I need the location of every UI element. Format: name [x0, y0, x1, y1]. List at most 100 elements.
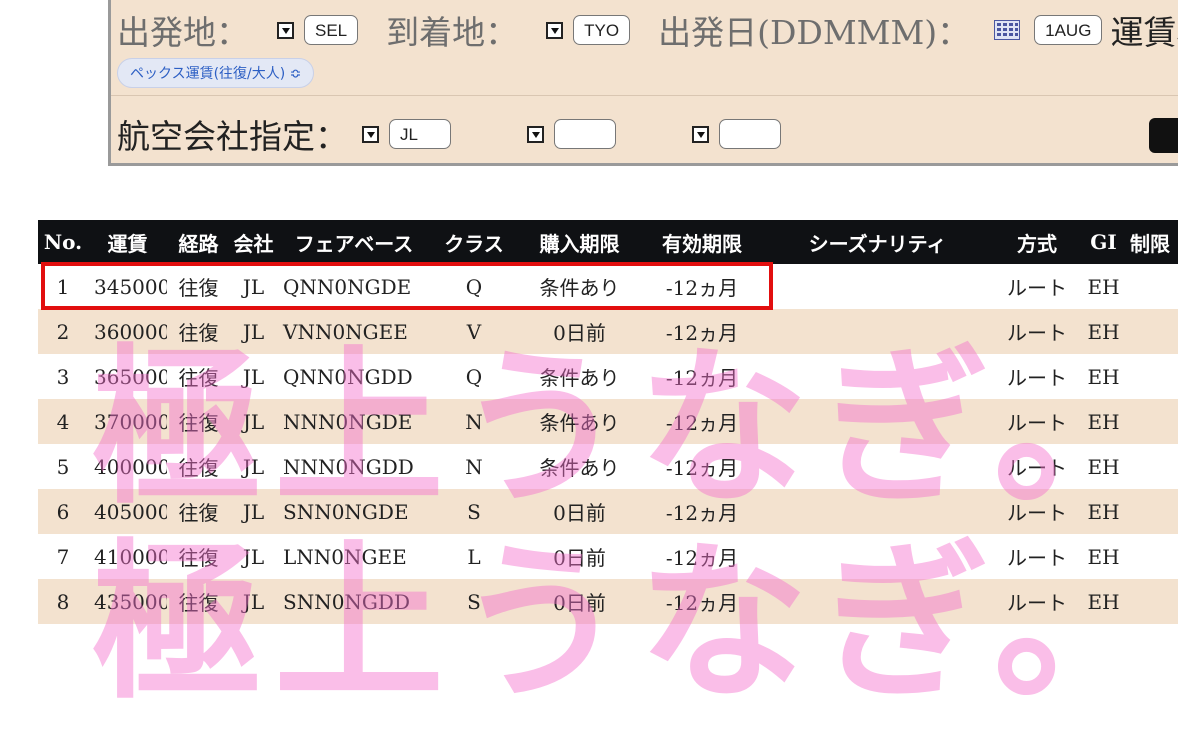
cell-airline: JL — [230, 309, 277, 354]
table-row[interactable]: 7 410000 往復 JL LNN0NGEE L 0日前 -12ヵ月 ルート EH — [38, 534, 1178, 579]
destination-dropdown-icon[interactable] — [546, 21, 564, 39]
search-row-1: 出発地： SEL 到着地： TYO 出発日(DDMMM)： 1AUG 運賃種 — [117, 7, 1178, 53]
destination-label: 到着地： — [386, 13, 519, 52]
cell-validity: -12ヵ月 — [642, 534, 762, 579]
origin-dropdown-icon[interactable] — [277, 21, 294, 39]
cell-route: 往復 — [167, 264, 230, 309]
airline-3-input[interactable] — [719, 119, 781, 149]
cell-airline: JL — [230, 399, 277, 444]
cell-class: L — [431, 534, 517, 579]
table-row[interactable]: 8 435000 往復 JL SNN0NGDD S 0日前 -12ヵ月 ルート EH — [38, 579, 1178, 624]
col-header[interactable]: 購入期限 — [517, 220, 642, 264]
airline-label: 航空会社指定： — [117, 117, 348, 156]
cell-purchase-deadline: 0日前 — [517, 489, 642, 534]
airline-2-dropdown-icon[interactable] — [527, 125, 544, 143]
fare-type-label: 運賃種 — [1110, 13, 1178, 52]
search-row-2: 航空会社指定： JL — [117, 111, 781, 157]
cell-fare: 405000 — [88, 489, 167, 534]
cell-fare: 435000 — [88, 579, 167, 624]
cell-seasonality — [762, 399, 993, 444]
cell-fare: 410000 — [88, 534, 167, 579]
fare-type-select[interactable]: ペックス運賃(往復/大人) ≎ — [117, 58, 315, 88]
col-header[interactable]: 会社 — [230, 220, 277, 264]
cell-airline: JL — [230, 579, 277, 624]
cell-gi: EH — [1081, 399, 1126, 444]
table-row[interactable]: 6 405000 往復 JL SNN0NGDE S 0日前 -12ヵ月 ルート EH — [38, 489, 1178, 534]
cell-validity: -12ヵ月 — [642, 489, 762, 534]
cell-purchase-deadline: 0日前 — [517, 534, 642, 579]
panel-divider — [111, 95, 1178, 96]
cell-seasonality — [762, 309, 993, 354]
cell-restriction — [1126, 309, 1178, 354]
col-header[interactable]: GI — [1081, 220, 1126, 264]
cell-purchase-deadline: 0日前 — [517, 309, 642, 354]
col-header[interactable]: 運賃 — [88, 220, 167, 264]
airline-1-input[interactable]: JL — [389, 119, 451, 149]
cell-restriction — [1126, 264, 1178, 309]
date-input[interactable]: 1AUG — [1034, 15, 1103, 45]
cell-route: 往復 — [167, 579, 230, 624]
cell-seasonality — [762, 264, 993, 309]
date-label: 出発日(DDMMM)： — [658, 13, 971, 52]
cell-airline: JL — [230, 264, 277, 309]
cell-method: ルート — [993, 309, 1081, 354]
table-row[interactable]: 5 400000 往復 JL NNN0NGDD N 条件あり -12ヵ月 ルート EH — [38, 444, 1178, 489]
table-row[interactable]: 2 360000 往復 JL VNN0NGEE V 0日前 -12ヵ月 ルート EH — [38, 309, 1178, 354]
cell-validity: -12ヵ月 — [642, 579, 762, 624]
cell-validity: -12ヵ月 — [642, 354, 762, 399]
col-header[interactable]: 経路 — [167, 220, 230, 264]
cell-gi: EH — [1081, 354, 1126, 399]
cell-validity: -12ヵ月 — [642, 309, 762, 354]
cell-fare-basis: LNN0NGEE — [277, 534, 431, 579]
col-header[interactable]: フェアベース — [277, 220, 431, 264]
col-header[interactable]: 有効期限 — [642, 220, 762, 264]
cell-class: S — [431, 489, 517, 534]
cell-route: 往復 — [167, 399, 230, 444]
col-header[interactable]: 方式 — [993, 220, 1081, 264]
airline-1-dropdown-icon[interactable] — [362, 125, 379, 143]
cell-method: ルート — [993, 444, 1081, 489]
cell-class: N — [431, 399, 517, 444]
cell-gi: EH — [1081, 264, 1126, 309]
destination-input[interactable]: TYO — [573, 15, 631, 45]
cell-method: ルート — [993, 354, 1081, 399]
cell-restriction — [1126, 489, 1178, 534]
cell-restriction — [1126, 579, 1178, 624]
cell-route: 往復 — [167, 444, 230, 489]
table-row[interactable]: 3 365000 往復 JL QNN0NGDD Q 条件あり -12ヵ月 ルート EH — [38, 354, 1178, 399]
cell-method: ルート — [993, 579, 1081, 624]
cell-no: 8 — [38, 579, 88, 624]
search-button[interactable] — [1149, 118, 1178, 153]
airline-2-input[interactable] — [554, 119, 616, 149]
calendar-icon[interactable] — [994, 20, 1021, 40]
cell-method: ルート — [993, 489, 1081, 534]
table-row[interactable]: 4 370000 往復 JL NNN0NGDE N 条件あり -12ヵ月 ルート EH — [38, 399, 1178, 444]
cell-restriction — [1126, 399, 1178, 444]
table-row[interactable]: 1 345000 往復 JL QNN0NGDE Q 条件あり -12ヵ月 ルート EH — [38, 264, 1178, 309]
col-header[interactable]: 制限 — [1126, 220, 1178, 264]
cell-fare-basis: QNN0NGDD — [277, 354, 431, 399]
col-header[interactable]: シーズナリティ — [762, 220, 993, 264]
cell-airline: JL — [230, 354, 277, 399]
cell-fare-basis: SNN0NGDD — [277, 579, 431, 624]
cell-gi: EH — [1081, 489, 1126, 534]
origin-input[interactable]: SEL — [304, 15, 359, 45]
cell-purchase-deadline: 0日前 — [517, 579, 642, 624]
cell-fare: 400000 — [88, 444, 167, 489]
col-header[interactable]: クラス — [431, 220, 517, 264]
cell-purchase-deadline: 条件あり — [517, 444, 642, 489]
cell-fare: 360000 — [88, 309, 167, 354]
origin-label: 出発地： — [117, 13, 249, 52]
col-header[interactable]: No. — [38, 220, 88, 264]
cell-route: 往復 — [167, 489, 230, 534]
cell-gi: EH — [1081, 534, 1126, 579]
cell-airline: JL — [230, 534, 277, 579]
airline-3-dropdown-icon[interactable] — [692, 125, 709, 143]
cell-method: ルート — [993, 399, 1081, 444]
cell-no: 4 — [38, 399, 88, 444]
cell-seasonality — [762, 444, 993, 489]
cell-fare-basis: VNN0NGEE — [277, 309, 431, 354]
cell-fare-basis: NNN0NGDD — [277, 444, 431, 489]
cell-seasonality — [762, 489, 993, 534]
cell-class: N — [431, 444, 517, 489]
